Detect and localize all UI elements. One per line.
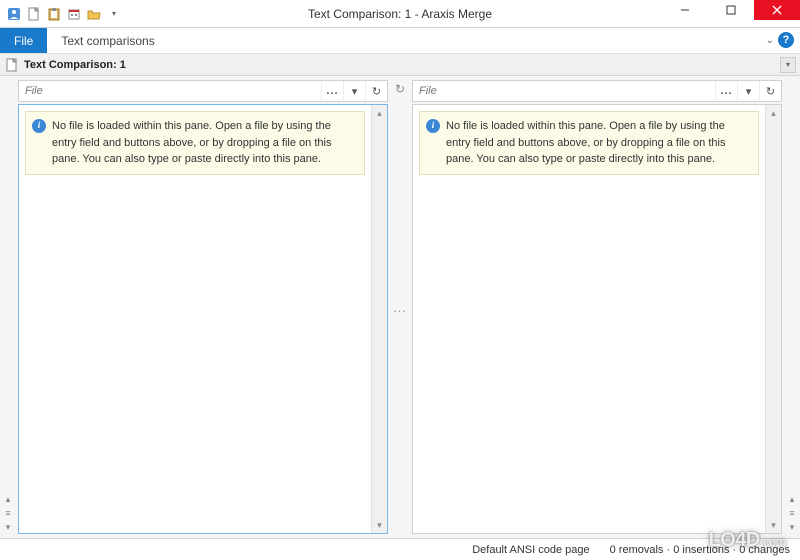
right-refresh-icon[interactable]: ↻ <box>759 81 781 101</box>
ribbon: File Text comparisons ⌄ ? <box>0 28 800 54</box>
scroll-up-icon[interactable]: ▴ <box>766 105 781 121</box>
right-pane-content[interactable]: i No file is loaded within this pane. Op… <box>413 105 765 533</box>
left-pane-header: ... ▾ ↻ <box>18 80 388 102</box>
right-info-box: i No file is loaded within this pane. Op… <box>419 111 759 175</box>
info-icon: i <box>426 119 440 133</box>
right-gutter: ▴ ≡ ▾ <box>784 76 800 538</box>
gutter-down-icon[interactable]: ▾ <box>787 522 797 532</box>
minimize-button[interactable] <box>662 0 708 20</box>
document-dropdown-icon[interactable]: ▾ <box>780 57 796 73</box>
left-info-box: i No file is loaded within this pane. Op… <box>25 111 365 175</box>
window-title: Text Comparison: 1 - Araxis Merge <box>308 7 492 21</box>
left-pane-content[interactable]: i No file is loaded within this pane. Op… <box>19 105 371 533</box>
file-tab[interactable]: File <box>0 28 47 53</box>
left-file-input[interactable] <box>19 85 321 97</box>
status-bar: Default ANSI code page 0 removals · 0 in… <box>0 538 800 560</box>
compare-area: ▴ ≡ ▾ ... ▾ ↻ i No file is loaded within… <box>0 76 800 538</box>
right-browse-button[interactable]: ... <box>715 81 737 101</box>
left-scrollbar[interactable]: ▴ ▾ <box>371 105 387 533</box>
document-title[interactable]: Text Comparison: 1 <box>24 59 126 71</box>
scroll-up-icon[interactable]: ▴ <box>372 105 387 121</box>
right-info-text: No file is loaded within this pane. Open… <box>446 120 725 165</box>
gutter-marker-icon[interactable]: ≡ <box>3 508 13 518</box>
status-codepage: Default ANSI code page <box>472 544 589 556</box>
left-pane: ... ▾ ↻ i No file is loaded within this … <box>16 76 390 538</box>
right-pane: ... ▾ ↻ i No file is loaded within this … <box>410 76 784 538</box>
calendar-icon[interactable] <box>66 6 82 22</box>
qat-dropdown-icon[interactable]: ▾ <box>106 6 122 22</box>
maximize-button[interactable] <box>708 0 754 20</box>
recompare-icon[interactable]: ↻ <box>395 82 405 96</box>
left-pane-body[interactable]: i No file is loaded within this pane. Op… <box>18 104 388 534</box>
right-file-input[interactable] <box>413 85 715 97</box>
open-folder-icon[interactable] <box>86 6 102 22</box>
left-browse-button[interactable]: ... <box>321 81 343 101</box>
right-scrollbar[interactable]: ▴ ▾ <box>765 105 781 533</box>
paste-icon[interactable] <box>46 6 62 22</box>
new-doc-icon[interactable] <box>26 6 42 22</box>
app-icon <box>6 6 22 22</box>
scroll-down-icon[interactable]: ▾ <box>766 517 781 533</box>
document-tab-bar: Text Comparison: 1 ▾ <box>0 54 800 76</box>
left-gutter: ▴ ≡ ▾ <box>0 76 16 538</box>
scroll-down-icon[interactable]: ▾ <box>372 517 387 533</box>
ribbon-right-controls: ⌄ ? <box>766 32 794 48</box>
left-info-text: No file is loaded within this pane. Open… <box>52 120 331 165</box>
info-icon: i <box>32 119 46 133</box>
quick-access-toolbar: ▾ <box>0 6 122 22</box>
gutter-marker-icon[interactable]: ≡ <box>787 508 797 518</box>
gutter-up-icon[interactable]: ▴ <box>3 494 13 504</box>
gutter-up-icon[interactable]: ▴ <box>787 494 797 504</box>
right-pane-body[interactable]: i No file is loaded within this pane. Op… <box>412 104 782 534</box>
status-summary: 0 removals · 0 insertions · 0 changes <box>610 544 790 556</box>
left-refresh-icon[interactable]: ↻ <box>365 81 387 101</box>
center-gutter: ↻ … <box>390 76 410 538</box>
right-pane-header: ... ▾ ↻ <box>412 80 782 102</box>
document-icon <box>6 58 20 72</box>
gutter-down-icon[interactable]: ▾ <box>3 522 13 532</box>
titlebar: ▾ Text Comparison: 1 - Araxis Merge <box>0 0 800 28</box>
left-dropdown-icon[interactable]: ▾ <box>343 81 365 101</box>
close-button[interactable] <box>754 0 800 20</box>
center-dots-icon: … <box>393 299 408 315</box>
help-icon[interactable]: ? <box>778 32 794 48</box>
right-dropdown-icon[interactable]: ▾ <box>737 81 759 101</box>
text-comparisons-tab[interactable]: Text comparisons <box>47 28 168 53</box>
window-controls <box>662 0 800 20</box>
collapse-ribbon-icon[interactable]: ⌄ <box>766 35 774 46</box>
